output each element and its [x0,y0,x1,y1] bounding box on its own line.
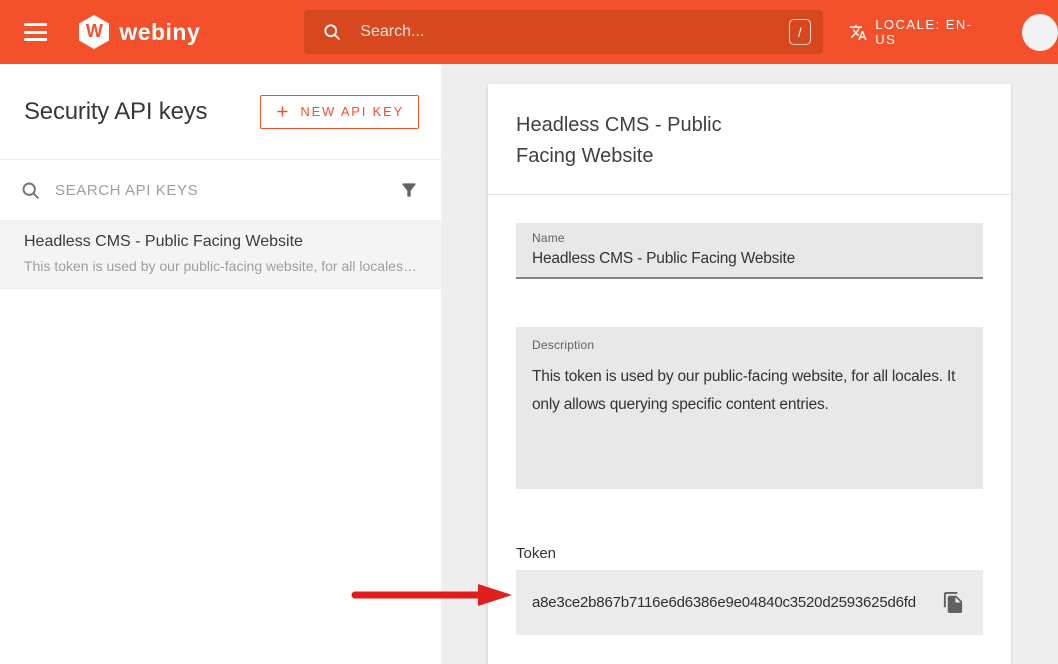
translate-icon [849,23,867,42]
api-keys-list-panel: Security API keys NEW API KEY Headless C… [0,64,441,664]
user-avatar[interactable] [1022,14,1058,51]
api-key-details-panel: Headless CMS - Public Facing Website Nam… [441,64,1058,664]
token-label: Token [516,545,983,562]
hamburger-menu-icon[interactable] [24,23,47,41]
token-section: Token a8e3ce2b867b7116e6d6386e9e04840c35… [516,545,983,635]
details-title: Headless CMS - Public Facing Website [516,110,761,172]
brand-initial: W [77,14,111,50]
list-panel-header: Security API keys NEW API KEY [0,64,441,160]
name-field-label: Name [532,231,967,245]
api-keys-search-input[interactable] [55,182,399,199]
description-field[interactable]: Description This token is used by our pu… [516,327,983,489]
new-api-key-label: NEW API KEY [300,104,404,119]
name-field[interactable]: Name Headless CMS - Public Facing Websit… [516,223,983,279]
token-value: a8e3ce2b867b7116e6d6386e9e04840c3520d259… [532,594,938,611]
global-search-bar[interactable]: / [304,10,823,54]
token-box: a8e3ce2b867b7116e6d6386e9e04840c3520d259… [516,570,983,635]
api-key-details-card: Headless CMS - Public Facing Website Nam… [488,84,1011,664]
plus-icon [275,104,290,119]
api-key-list-item[interactable]: Headless CMS - Public Facing Website Thi… [0,221,441,289]
webiny-hexagon-icon: W [77,14,111,50]
locale-selector[interactable]: LOCALE: EN-US [849,17,990,47]
new-api-key-button[interactable]: NEW API KEY [260,95,419,129]
main-content: Security API keys NEW API KEY Headless C… [0,64,1058,664]
filter-icon [399,180,419,200]
copy-icon [942,591,965,614]
brand-name: webiny [119,19,200,46]
list-search-row [0,160,441,221]
topbar: W webiny / LOCALE: EN-US [0,0,1058,64]
locale-label: LOCALE: EN-US [875,17,990,47]
page-title: Security API keys [24,98,207,126]
list-item-description: This token is used by our public-facing … [24,258,417,274]
filter-button[interactable] [399,180,419,200]
details-form: Name Headless CMS - Public Facing Websit… [488,195,1011,635]
search-icon [20,180,41,201]
search-shortcut-badge: / [789,19,811,45]
copy-token-button[interactable] [938,587,969,618]
webiny-logo[interactable]: W webiny [77,14,200,50]
details-card-header: Headless CMS - Public Facing Website [488,84,1011,195]
list-item-title: Headless CMS - Public Facing Website [24,233,417,251]
global-search-input[interactable] [360,23,789,41]
description-field-label: Description [532,338,967,352]
description-field-value: This token is used by our public-facing … [532,363,967,419]
search-icon [322,22,342,42]
name-field-value: Headless CMS - Public Facing Website [532,250,967,268]
